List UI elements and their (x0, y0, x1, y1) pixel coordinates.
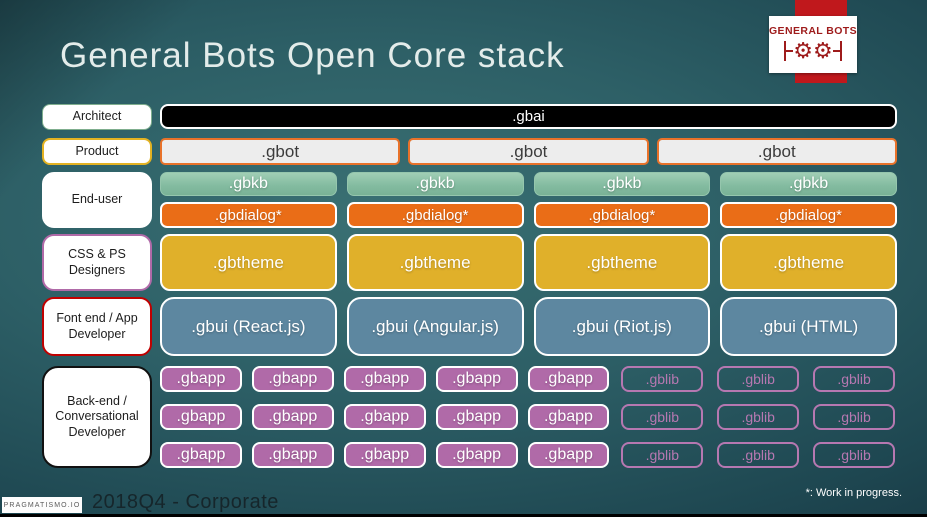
box-gbdialog: .gbdialog* (160, 202, 337, 228)
box-gbapp: .gbapp (251, 442, 334, 468)
box-gblib: .gblib (621, 366, 704, 392)
box-gbdialog: .gbdialog* (720, 202, 897, 228)
row-gbapp-1: .gbapp .gbapp .gbapp .gbapp .gbapp .gbli… (160, 366, 897, 392)
box-gbui-riot: .gbui (Riot.js) (533, 297, 711, 356)
box-gbdialog: .gbdialog* (346, 202, 524, 228)
box-gblib: .gblib (717, 442, 800, 468)
page-title: General Bots Open Core stack (60, 36, 565, 75)
box-gbapp: .gbapp (435, 404, 518, 430)
row-gbot: .gbot .gbot .gbot (160, 138, 897, 165)
box-gbkb: .gbkb (346, 172, 524, 196)
label-css-ps-designers: CSS & PS Designers (42, 234, 152, 291)
work-in-progress-note: *: Work in progress. (805, 487, 902, 499)
box-gblib: .gblib (621, 442, 704, 468)
box-gblib: .gblib (813, 366, 895, 392)
box-gbai: .gbai (160, 104, 897, 129)
box-gbdialog: .gbdialog* (533, 202, 711, 228)
box-gbapp: .gbapp (251, 404, 334, 430)
slide: General Bots Open Core stack GENERAL BOT… (0, 0, 927, 517)
slide-footer-label: 2018Q4 - Corporate (92, 491, 279, 513)
gears-icon: ⚙ ⚙ (784, 38, 842, 64)
box-gbapp: .gbapp (160, 366, 242, 392)
box-gbapp: .gbapp (343, 442, 426, 468)
box-gbot: .gbot (408, 138, 649, 165)
box-gbtheme: .gbtheme (720, 234, 897, 291)
box-gbkb: .gbkb (533, 172, 711, 196)
row-gbui: .gbui (React.js) .gbui (Angular.js) .gbu… (160, 297, 897, 356)
label-frontend-developer: Font end / App Developer (42, 297, 152, 356)
label-backend-developer: Back-end / Conversational Developer (42, 366, 152, 468)
box-gbapp: .gbapp (251, 366, 334, 392)
row-gbai: .gbai (160, 104, 897, 129)
box-gbapp: .gbapp (527, 404, 610, 430)
box-gbtheme: .gbtheme (160, 234, 337, 291)
box-gblib: .gblib (717, 404, 800, 430)
box-gbapp: .gbapp (435, 366, 518, 392)
box-gbot: .gbot (656, 138, 897, 165)
box-gbapp: .gbapp (160, 442, 242, 468)
general-bots-logo: GENERAL BOTS ⚙ ⚙ (769, 16, 857, 73)
row-gbapp-3: .gbapp .gbapp .gbapp .gbapp .gbapp .gbli… (160, 442, 897, 468)
box-gblib: .gblib (717, 366, 800, 392)
row-gbtheme: .gbtheme .gbtheme .gbtheme .gbtheme (160, 234, 897, 291)
box-gbot: .gbot (160, 138, 401, 165)
box-gblib: .gblib (621, 404, 704, 430)
label-end-user: End-user (42, 172, 152, 228)
box-gbapp: .gbapp (343, 404, 426, 430)
logo-brand-text: GENERAL BOTS (768, 25, 858, 37)
box-gbkb: .gbkb (720, 172, 897, 196)
row-gbdialog: .gbdialog* .gbdialog* .gbdialog* .gbdial… (160, 202, 897, 228)
row-gbkb: .gbkb .gbkb .gbkb .gbkb (160, 172, 897, 196)
box-gbapp: .gbapp (343, 366, 426, 392)
box-gbui-html: .gbui (HTML) (720, 297, 897, 356)
box-gbui-react: .gbui (React.js) (160, 297, 337, 356)
pragmatismo-logo: PRAGMATISMO.IO (2, 497, 82, 513)
label-architect: Architect (42, 104, 152, 130)
box-gbtheme: .gbtheme (346, 234, 524, 291)
label-product: Product (42, 138, 152, 165)
box-gblib: .gblib (813, 404, 895, 430)
box-gbapp: .gbapp (435, 442, 518, 468)
box-gbtheme: .gbtheme (533, 234, 711, 291)
box-gblib: .gblib (813, 442, 895, 468)
box-gbapp: .gbapp (527, 366, 610, 392)
row-gbapp-2: .gbapp .gbapp .gbapp .gbapp .gbapp .gbli… (160, 404, 897, 430)
box-gbapp: .gbapp (527, 442, 610, 468)
box-gbapp: .gbapp (160, 404, 242, 430)
box-gbui-angular: .gbui (Angular.js) (346, 297, 524, 356)
box-gbkb: .gbkb (160, 172, 337, 196)
